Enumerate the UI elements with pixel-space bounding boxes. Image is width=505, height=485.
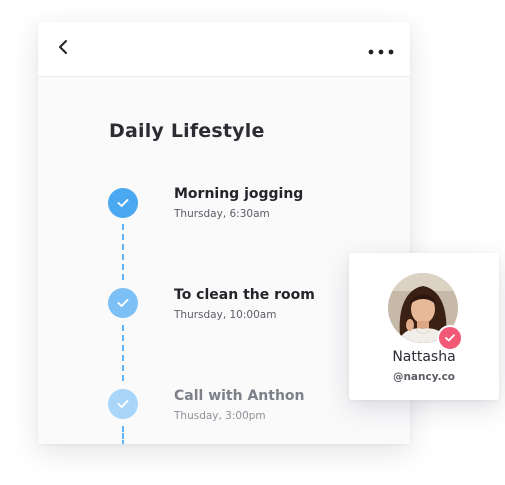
profile-name: Nattasha (392, 349, 456, 365)
event-time: Thusday, 3:00pm (174, 410, 266, 422)
verified-badge (437, 325, 463, 351)
check-icon (117, 199, 129, 207)
profile-card[interactable]: Nattasha @nancy.co (349, 253, 499, 400)
timeline-check-marker[interactable] (108, 188, 138, 218)
timeline-connector (122, 224, 124, 280)
more-horizontal-icon (368, 40, 394, 59)
timeline-check-marker[interactable] (108, 389, 138, 419)
back-button[interactable] (52, 38, 74, 60)
more-options-button[interactable] (366, 38, 396, 60)
event-title: To clean the room (174, 287, 315, 303)
event-title: Morning jogging (174, 186, 304, 202)
chevron-left-icon (57, 39, 69, 59)
timeline-check-marker[interactable] (108, 288, 138, 318)
timeline-connector (122, 426, 124, 444)
check-icon (117, 299, 129, 307)
event-time: Thursday, 10:00am (174, 309, 277, 321)
profile-handle: @nancy.co (392, 371, 456, 383)
timeline-connector (122, 325, 124, 381)
check-icon (117, 400, 129, 408)
event-time: Thursday, 6:30am (174, 208, 270, 220)
page-title: Daily Lifestyle (109, 120, 265, 142)
event-title: Call with Anthon (174, 388, 305, 404)
verified-check-icon (445, 334, 455, 342)
card-header (38, 22, 410, 77)
